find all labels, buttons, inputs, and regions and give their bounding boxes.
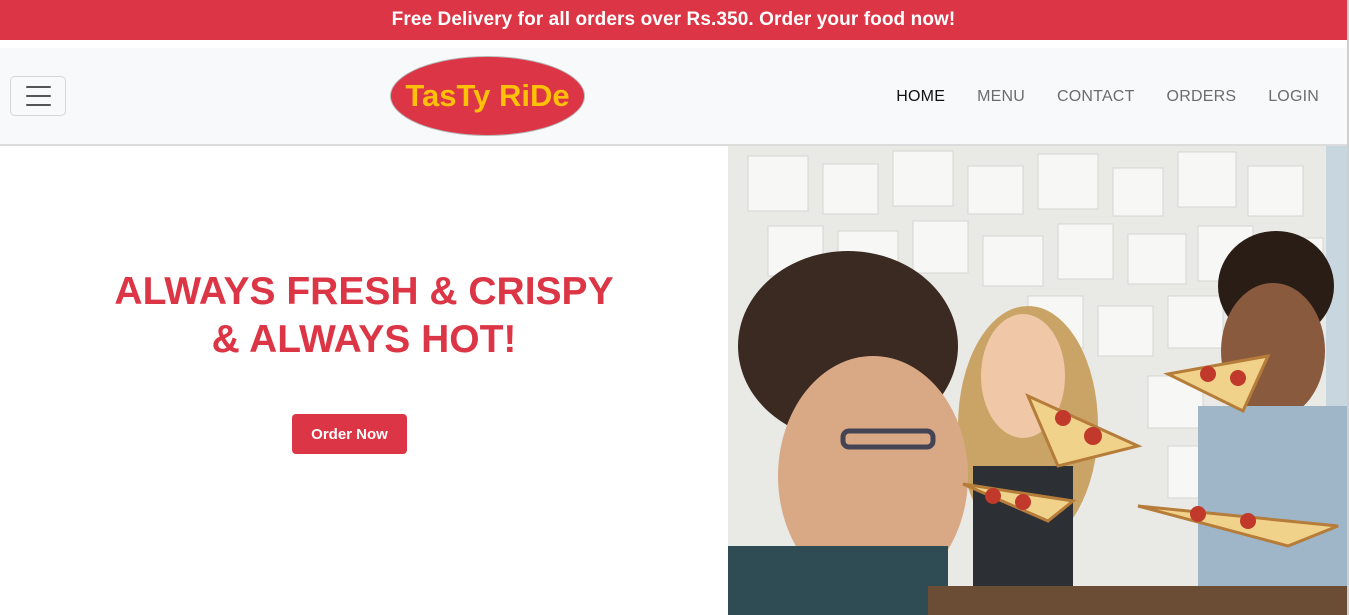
- promo-text: Free Delivery for all orders over Rs.350…: [391, 9, 956, 30]
- nav-link-home[interactable]: HOME: [896, 88, 945, 106]
- brand-logo[interactable]: TasTy RiDe: [390, 56, 585, 136]
- nav-link-orders[interactable]: ORDERS: [1167, 88, 1237, 106]
- promo-banner: Free Delivery for all orders over Rs.350…: [0, 0, 1347, 40]
- navbar: TasTy RiDe HOME MENU CONTACT ORDERS LOGI…: [0, 48, 1347, 146]
- hero-title-line1: ALWAYS FRESH & CRISPY: [114, 270, 614, 313]
- hero-section: ALWAYS FRESH & CRISPY & ALWAYS HOT! Orde…: [0, 146, 728, 615]
- nav-links: HOME MENU CONTACT ORDERS LOGIN: [896, 48, 1319, 146]
- order-now-button[interactable]: Order Now: [292, 414, 407, 454]
- menu-toggle-button[interactable]: [10, 76, 66, 116]
- hamburger-icon-bar: [25, 95, 51, 97]
- hero-image: [728, 146, 1347, 615]
- friends-eating-pizza-photo-icon: [728, 146, 1347, 615]
- nav-link-login[interactable]: LOGIN: [1268, 88, 1319, 106]
- hero-title: ALWAYS FRESH & CRISPY & ALWAYS HOT!: [0, 268, 728, 364]
- hamburger-icon-bar: [25, 86, 51, 88]
- hero-title-line2: & ALWAYS HOT!: [211, 318, 517, 361]
- hamburger-icon-bar: [25, 104, 51, 106]
- nav-link-contact[interactable]: CONTACT: [1057, 88, 1135, 106]
- nav-link-menu[interactable]: MENU: [977, 88, 1025, 106]
